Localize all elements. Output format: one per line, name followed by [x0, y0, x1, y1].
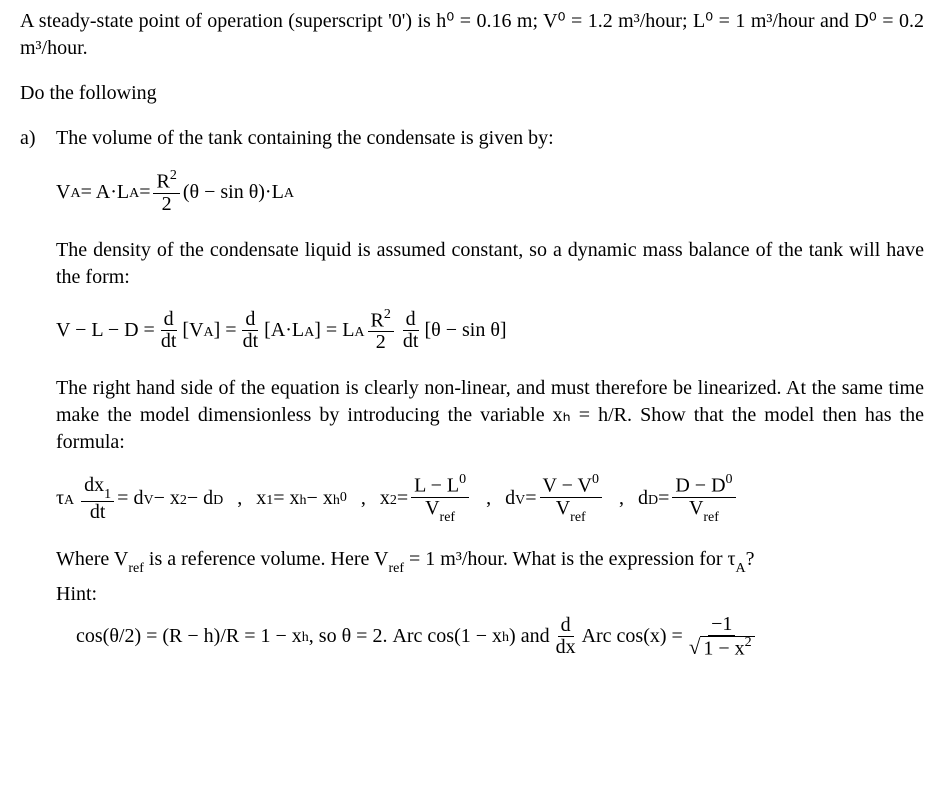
hint-label: Hint:	[56, 581, 924, 608]
part-a-marker: a)	[20, 125, 56, 152]
where-text: Where Vref is a reference volume. Here V…	[56, 546, 924, 577]
equation-mass-balance: V − L − D = d dt [VA] = d dt [A·LA] = LA…	[56, 309, 924, 354]
part-a: a) The volume of the tank containing the…	[20, 125, 924, 152]
part-a-lead: The volume of the tank containing the co…	[56, 125, 924, 152]
equation-volume: VA = A·LA = R2 2 (θ − sin θ)·LA	[56, 170, 924, 215]
equation-dimensionless: τA dx1 dt = dV − x2 − dD , x1 = xh − xh0…	[56, 474, 924, 523]
intro-paragraph: A steady-state point of operation (super…	[20, 8, 924, 62]
density-text: The density of the condensate liquid is …	[56, 237, 924, 291]
equation-hint: cos(θ/2) = (R − h)/R = 1 − xh , so θ = 2…	[76, 614, 924, 660]
nonlinear-text: The right hand side of the equation is c…	[56, 375, 924, 456]
prompt: Do the following	[20, 80, 924, 107]
